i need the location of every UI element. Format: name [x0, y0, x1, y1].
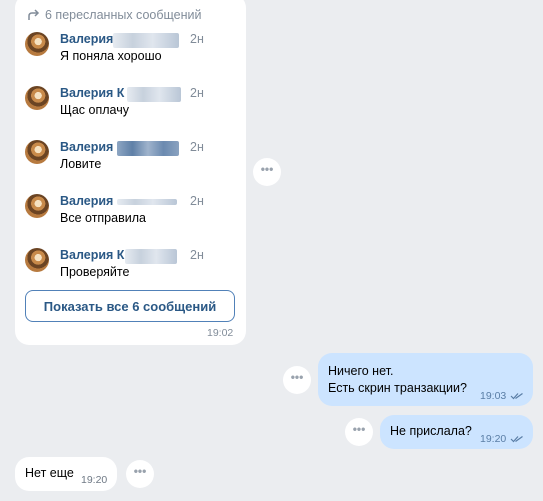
read-checkmarks-icon: [510, 392, 523, 400]
forwarded-count-label: 6 пересланных сообщений: [45, 8, 202, 22]
forwarded-message[interactable]: Валерия К 2н Щас оплачу: [25, 86, 235, 130]
blurred-surname: [117, 141, 179, 156]
message-text: Есть скрин транзакции?: [328, 381, 467, 395]
avatar[interactable]: [25, 248, 49, 272]
message-time: 2н: [190, 32, 204, 46]
read-checkmarks-icon: [510, 435, 523, 443]
message-actions-button[interactable]: •••: [126, 460, 154, 488]
ellipsis-icon: •••: [352, 422, 366, 436]
forwarded-message[interactable]: Валерия К 2н Проверяйте: [25, 248, 235, 292]
message-time: 19:03: [480, 390, 507, 402]
show-all-messages-button[interactable]: Показать все 6 сообщений: [25, 290, 235, 322]
message-text: Ловите: [60, 157, 102, 171]
blurred-surname: [113, 33, 179, 48]
forwarded-message[interactable]: Валерия 2н Все отправила: [25, 194, 235, 238]
message-time: 19:02: [207, 327, 234, 339]
avatar[interactable]: [25, 194, 49, 218]
avatar[interactable]: [25, 86, 49, 110]
sender-name[interactable]: Валерия: [60, 194, 113, 208]
message-time: 2н: [190, 194, 204, 208]
ellipsis-icon: •••: [260, 162, 274, 176]
message-time: 2н: [190, 140, 204, 154]
message-actions-button[interactable]: •••: [253, 158, 281, 186]
message-time: 19:20: [81, 474, 108, 486]
blurred-surname: [117, 199, 177, 205]
message-text: Проверяйте: [60, 265, 130, 279]
outgoing-message[interactable]: Ничего нет. Есть скрин транзакции? 19:03: [318, 353, 533, 406]
forward-icon: [28, 9, 40, 20]
forwarded-message[interactable]: Валерия 2н Я поняла хорошо: [25, 32, 235, 76]
sender-name[interactable]: Валерия К: [60, 248, 124, 262]
blurred-surname: [127, 87, 181, 102]
message-text: Щас оплачу: [60, 103, 129, 117]
message-text: Нет еще: [25, 466, 74, 480]
message-text: Я поняла хорошо: [60, 49, 162, 63]
avatar[interactable]: [25, 32, 49, 56]
avatar[interactable]: [25, 140, 49, 164]
sender-name[interactable]: Валерия: [60, 32, 113, 46]
message-actions-button[interactable]: •••: [283, 366, 311, 394]
outgoing-message[interactable]: Не прислала? 19:20: [380, 415, 533, 449]
sender-name[interactable]: Валерия: [60, 140, 113, 154]
message-actions-button[interactable]: •••: [345, 418, 373, 446]
forwarded-message[interactable]: Валерия 2н Ловите: [25, 140, 235, 184]
message-time: 2н: [190, 248, 204, 262]
incoming-message[interactable]: Нет еще 19:20: [15, 457, 117, 491]
forwarded-header: 6 пересланных сообщений: [27, 8, 201, 22]
ellipsis-icon: •••: [290, 370, 304, 384]
blurred-surname: [125, 249, 177, 264]
sender-name[interactable]: Валерия К: [60, 86, 124, 100]
message-time: 19:20: [480, 433, 507, 445]
ellipsis-icon: •••: [133, 464, 147, 478]
message-time: 2н: [190, 86, 204, 100]
message-text: Все отправила: [60, 211, 146, 225]
message-text: Ничего нет.: [328, 364, 394, 378]
message-text: Не прислала?: [390, 424, 472, 438]
